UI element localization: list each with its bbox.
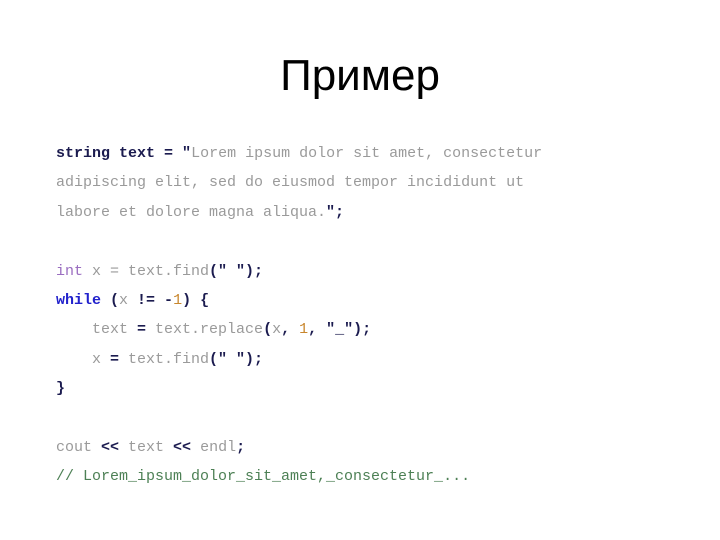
line-string-decl-1: string text = "Lorem ipsum dolor sit ame… (56, 139, 686, 168)
code-token: while (56, 292, 102, 310)
code-token: text.find (128, 350, 210, 368)
code-token: , "_"); (308, 321, 372, 339)
page-title: Пример (280, 51, 440, 100)
code-token: x (272, 321, 282, 339)
code-token: 1 (299, 321, 309, 339)
code-token: " (182, 145, 192, 162)
line-string-decl-2: adipiscing elit, sed do eiusmod tempor i… (56, 168, 686, 197)
code-token: cout (56, 439, 102, 457)
code-token: << (173, 439, 201, 457)
code-token: = (137, 321, 156, 339)
code-token: } (56, 380, 66, 398)
line-find-again: x = text.find(" "); (56, 345, 686, 374)
code-token: , (281, 321, 300, 339)
line-replace: text = text.replace(x, 1, "_"); (56, 315, 686, 344)
code-token: ( (263, 321, 273, 339)
code-token: ( (101, 292, 120, 310)
code-token: text (128, 439, 174, 457)
code-token: (" "); (209, 350, 264, 368)
line-close-brace: } (56, 374, 686, 403)
slide-root: Пример string text = "Lorem ipsum dolor … (0, 0, 720, 540)
code-token: != - (137, 292, 174, 310)
code-block: string text = "Lorem ipsum dolor sit ame… (56, 139, 686, 492)
code-token: text (56, 321, 138, 339)
code-token: endl (200, 439, 237, 457)
code-token: adipiscing elit, sed do eiusmod tempor i… (56, 174, 525, 192)
code-token: << (101, 439, 129, 457)
code-token: string text (56, 145, 165, 162)
line-int-find: int x = text.find(" "); (56, 257, 686, 286)
code-token: "; (326, 203, 345, 221)
code-token: x (119, 292, 138, 310)
line-comment: // Lorem_ipsum_dolor_sit_amet,_consectet… (56, 462, 686, 491)
line-blank-2 (56, 404, 686, 433)
code-token: (" "); (209, 262, 264, 280)
code-token: x (56, 350, 111, 368)
line-while: while (x != -1) { (56, 286, 686, 315)
code-token: x = text.find (83, 262, 210, 280)
code-token: int (56, 262, 84, 280)
code-token: = (110, 350, 129, 368)
code-token: 1 (173, 292, 183, 310)
line-blank-1 (56, 227, 686, 256)
code-token: ) { (182, 292, 210, 310)
line-cout: cout << text << endl; (56, 433, 686, 462)
code-token: Lorem ipsum dolor sit amet, consectetur (191, 145, 543, 162)
code-token: // Lorem_ipsum_dolor_sit_amet,_consectet… (56, 468, 471, 486)
code-token: = (164, 145, 183, 162)
code-token: text.replace (155, 321, 264, 339)
code-token: ; (236, 439, 246, 457)
line-string-decl-3: labore et dolore magna aliqua."; (56, 198, 686, 227)
code-token: labore et dolore magna aliqua. (56, 203, 327, 221)
